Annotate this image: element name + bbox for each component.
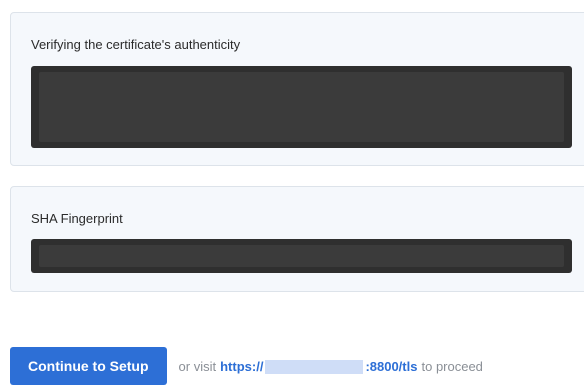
fingerprint-card: SHA Fingerprint xyxy=(10,186,584,292)
hostname-redacted xyxy=(265,359,364,374)
continue-to-setup-button[interactable]: Continue to Setup xyxy=(10,347,167,385)
fingerprint-title: SHA Fingerprint xyxy=(31,211,123,226)
alternate-link-text: or visit https:// :8800/tls to proceed xyxy=(179,359,483,374)
tls-url-link[interactable]: https:// :8800/tls xyxy=(220,359,417,374)
to-proceed-text: to proceed xyxy=(421,359,483,374)
certificate-card: Verifying the certificate's authenticity xyxy=(10,12,584,166)
or-visit-text: or visit xyxy=(178,359,217,374)
url-suffix: :8800/tls xyxy=(365,359,418,374)
fingerprint-redaction-block xyxy=(39,245,564,267)
fingerprint-value-redacted xyxy=(31,239,572,273)
certificate-content-redacted xyxy=(31,66,572,148)
url-prefix: https:// xyxy=(220,359,264,374)
certificate-title: Verifying the certificate's authenticity xyxy=(31,37,241,52)
certificate-redaction-block xyxy=(39,72,564,142)
action-bar: Continue to Setup or visit https:// :880… xyxy=(10,347,483,387)
